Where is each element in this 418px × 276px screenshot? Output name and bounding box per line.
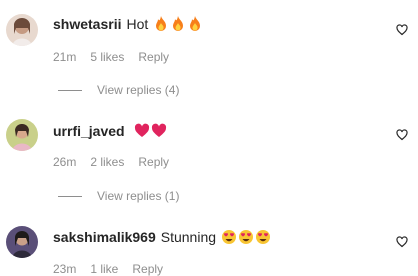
heart-outline-icon[interactable] xyxy=(396,236,408,248)
fire-emoji xyxy=(156,16,167,31)
heart-outline-icon[interactable] xyxy=(396,24,408,36)
heart-eyes-emoji xyxy=(221,230,236,244)
view-replies-button[interactable]: View replies (1) xyxy=(58,189,179,203)
comment-time: 23m xyxy=(53,262,77,276)
divider xyxy=(58,90,82,92)
comment-line: urrfi_javed xyxy=(53,122,167,140)
comment-text: Stunning xyxy=(160,229,217,245)
heart-eyes-emoji xyxy=(255,230,270,244)
view-replies-label: View replies (1) xyxy=(97,189,180,203)
comment-likes[interactable]: 1 like xyxy=(90,262,118,276)
heart-eyes-emoji xyxy=(238,230,253,244)
comment-username[interactable]: urrfi_javed xyxy=(53,123,125,139)
avatar[interactable] xyxy=(6,119,38,151)
heart-outline-icon[interactable] xyxy=(396,129,408,141)
comment-meta: 23m 1 like Reply xyxy=(53,262,177,276)
comment-likes[interactable]: 2 likes xyxy=(90,155,124,169)
avatar[interactable] xyxy=(6,226,38,258)
comment-likes[interactable]: 5 likes xyxy=(90,50,124,64)
fire-emoji xyxy=(173,16,184,31)
reply-button[interactable]: Reply xyxy=(138,50,169,64)
fire-emoji xyxy=(190,16,201,31)
comment-text: Hot xyxy=(126,16,149,32)
reply-button[interactable]: Reply xyxy=(138,155,169,169)
red-heart-emoji xyxy=(135,123,150,137)
comment-line: sakshimalik969 Stunning xyxy=(53,228,271,246)
comment-time: 26m xyxy=(53,155,77,169)
divider xyxy=(58,196,82,198)
view-replies-label: View replies (4) xyxy=(97,83,180,97)
comment-meta: 26m 2 likes Reply xyxy=(53,155,183,169)
comment-meta: 21m 5 likes Reply xyxy=(53,50,183,64)
comment-time: 21m xyxy=(53,50,77,64)
comment-line: shwetasrii Hot xyxy=(53,15,203,33)
red-heart-emoji xyxy=(152,123,167,137)
view-replies-button[interactable]: View replies (4) xyxy=(58,83,179,97)
comment-username[interactable]: sakshimalik969 xyxy=(53,229,156,245)
comment-username[interactable]: shwetasrii xyxy=(53,16,121,32)
reply-button[interactable]: Reply xyxy=(132,262,163,276)
avatar[interactable] xyxy=(6,14,38,46)
